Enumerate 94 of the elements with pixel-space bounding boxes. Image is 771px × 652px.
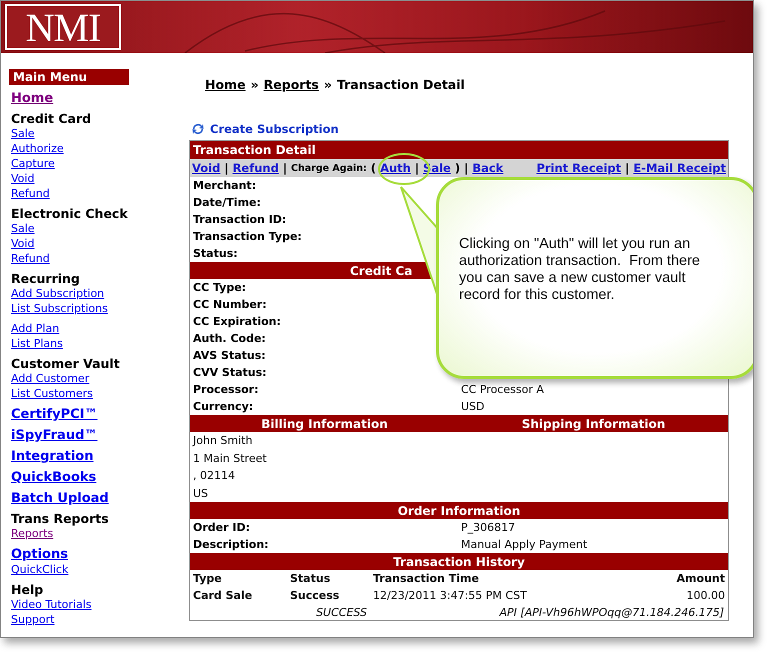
- breadcrumb-link[interactable]: Home: [205, 77, 246, 92]
- menu-link[interactable]: Options: [11, 547, 68, 562]
- field-label: Status:: [193, 247, 239, 260]
- menu-link[interactable]: List Customers: [11, 386, 93, 401]
- table-cell-text: Success: [290, 589, 340, 602]
- note-text: SUCCESS: [316, 606, 367, 618]
- charge-again-label: Charge Again:: [291, 162, 367, 174]
- field-value: P_306817: [461, 521, 516, 534]
- menu-heading: Help: [11, 582, 44, 597]
- section-title: Billing Information: [261, 416, 388, 430]
- breadcrumb-text: Transaction Detail: [336, 77, 465, 92]
- separator-text: (: [370, 161, 376, 175]
- breadcrumb-link[interactable]: Reports: [264, 77, 319, 92]
- section-title: Transaction History: [393, 554, 525, 568]
- separator-text: |: [625, 161, 630, 175]
- menu-link[interactable]: QuickClick: [11, 562, 68, 577]
- address-line: US: [192, 486, 210, 502]
- menu-link[interactable]: Capture: [11, 156, 55, 171]
- field-value: USD: [461, 400, 486, 413]
- field-label: CC Type:: [193, 281, 248, 294]
- field-label: Currency:: [193, 400, 254, 413]
- separator-text: |: [464, 161, 468, 175]
- menu-link[interactable]: Batch Upload: [11, 491, 109, 506]
- column-header: Type: [193, 572, 223, 585]
- note-text: API [API-Vh96hWPOqq@71.184.246.175]: [500, 606, 724, 618]
- field-label: Auth. Code:: [193, 332, 267, 345]
- menu-link[interactable]: QuickBooks: [11, 470, 96, 485]
- menu-link[interactable]: Integration: [11, 449, 94, 464]
- field-label: Transaction Type:: [193, 230, 303, 243]
- column-header: Transaction Time: [373, 572, 480, 585]
- field-label: Description:: [193, 538, 270, 551]
- refresh-icon: [191, 122, 205, 136]
- address-line: John Smith: [192, 433, 254, 450]
- panel-title: Transaction Detail: [190, 141, 728, 159]
- field-label: Order ID:: [193, 521, 251, 534]
- column-header: Amount: [676, 572, 725, 585]
- field-label: Transaction ID:: [193, 213, 288, 226]
- field-label: CVV Status:: [193, 366, 268, 379]
- callout-text: Clicking on "Auth" will let you run an authorization transaction. From there you can save a new customer vault record for this customer.: [459, 236, 701, 304]
- section-title: Credit Ca: [350, 264, 412, 278]
- separator-text: |: [282, 161, 288, 175]
- menu-link[interactable]: Video Tutorials: [11, 597, 92, 612]
- field-label: CC Number:: [193, 298, 268, 311]
- menu-link[interactable]: CertifyPCI™: [11, 407, 98, 422]
- menu-link[interactable]: Sale: [11, 126, 35, 141]
- menu-heading: Recurring: [11, 271, 81, 286]
- action-link[interactable]: Refund: [232, 161, 279, 175]
- menu-link[interactable]: Add Customer: [11, 371, 90, 386]
- action-link[interactable]: Print Receipt: [536, 161, 622, 175]
- menu-link[interactable]: Support: [11, 612, 54, 627]
- menu-heading: Customer Vault: [11, 356, 121, 371]
- field-value: CC Processor A: [461, 383, 545, 396]
- logo: NMI: [5, 4, 121, 50]
- menu-link[interactable]: Add Plan: [11, 316, 60, 336]
- menu-link[interactable]: Refund: [11, 186, 50, 201]
- address-line: 1 Main Street: [192, 450, 268, 467]
- menu-link[interactable]: List Subscriptions: [11, 301, 108, 316]
- field-label: CC Expiration:: [193, 315, 282, 328]
- menu-heading: Trans Reports: [11, 511, 110, 526]
- menu-link[interactable]: Authorize: [11, 141, 64, 156]
- menu-link[interactable]: iSpyFraud™: [11, 428, 98, 443]
- table-cell: 100.00: [686, 589, 725, 602]
- action-link[interactable]: Back: [472, 161, 504, 175]
- menu-heading: Electronic Check: [11, 206, 129, 221]
- menu-link[interactable]: Void: [11, 171, 34, 186]
- field-label: AVS Status:: [193, 349, 267, 362]
- menu-link[interactable]: Refund: [11, 251, 50, 266]
- action-link[interactable]: Void: [192, 161, 220, 175]
- section-title: Order Information: [398, 504, 520, 518]
- address-line: , 02114: [192, 468, 236, 484]
- breadcrumb-text: »: [250, 77, 259, 92]
- field-label: Date/Time:: [193, 196, 262, 209]
- menu-link[interactable]: Sale: [11, 221, 35, 236]
- menu-link[interactable]: Home: [11, 91, 54, 106]
- separator-text: |: [414, 161, 420, 175]
- field-label: Merchant:: [193, 179, 258, 192]
- menu-heading: Credit Card: [11, 111, 92, 126]
- menu-link[interactable]: Reports: [11, 526, 54, 541]
- table-cell-text: Card Sale: [193, 589, 254, 602]
- separator-text: ): [454, 161, 460, 175]
- action-link[interactable]: Auth: [380, 161, 411, 175]
- field-value: Manual Apply Payment: [461, 538, 588, 551]
- create-subscription-link[interactable]: Create Subscription: [210, 122, 339, 136]
- field-label: Processor:: [193, 383, 260, 396]
- menu-link[interactable]: List Plans: [11, 336, 63, 351]
- column-header: Status: [290, 572, 332, 585]
- separator-text: |: [224, 161, 229, 175]
- breadcrumb-text: »: [324, 77, 332, 92]
- table-cell-text: 12/23/2011 3:47:55 PM CST: [373, 589, 528, 602]
- main-menu-title: Main Menu: [9, 69, 129, 85]
- action-link[interactable]: E-Mail Receipt: [633, 161, 726, 175]
- menu-link[interactable]: Void: [11, 236, 34, 251]
- section-title: Shipping Information: [522, 416, 666, 430]
- menu-link[interactable]: Add Subscription: [11, 286, 104, 301]
